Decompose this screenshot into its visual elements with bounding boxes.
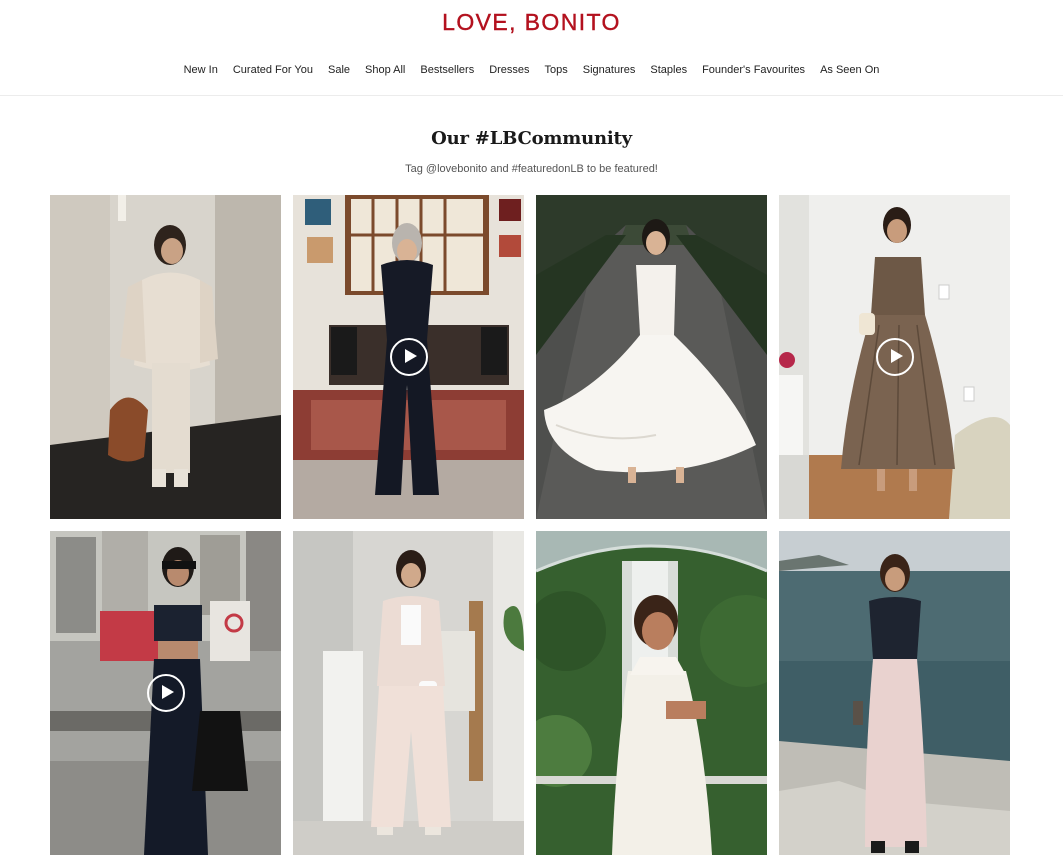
brand-logo[interactable]: LOVE, BONITO [0,9,1063,36]
play-icon[interactable] [875,338,914,376]
nav-item-bestsellers[interactable]: Bestsellers [420,64,474,76]
community-subtitle: Tag @lovebonito and #featuredonLB to be … [405,163,658,175]
photo-icon [50,195,281,519]
main-nav: New In Curated For You Sale Shop All Bes… [0,64,1063,76]
community-title: Our #LBCommunity [431,128,632,149]
gallery-tile-5[interactable] [50,531,281,855]
community-gallery [50,195,1010,855]
play-icon[interactable] [146,674,185,712]
photo-icon [779,531,1010,855]
nav-item-sale[interactable]: Sale [328,64,350,76]
nav-item-as-seen-on[interactable]: As Seen On [820,64,879,76]
nav-item-tops[interactable]: Tops [545,64,568,76]
play-icon[interactable] [389,338,428,376]
nav-item-signatures[interactable]: Signatures [583,64,636,76]
nav-item-founders-favourites[interactable]: Founder's Favourites [702,64,805,76]
site-header: LOVE, BONITO New In Curated For You Sale… [0,0,1063,96]
nav-item-staples[interactable]: Staples [650,64,687,76]
nav-item-curated-for-you[interactable]: Curated For You [233,64,313,76]
nav-item-new-in[interactable]: New In [184,64,218,76]
nav-item-dresses[interactable]: Dresses [489,64,529,76]
gallery-tile-8[interactable] [779,531,1010,855]
gallery-tile-4[interactable] [779,195,1010,519]
gallery-tile-3[interactable] [536,195,767,519]
photo-icon [536,195,767,519]
gallery-tile-7[interactable] [536,531,767,855]
gallery-tile-2[interactable] [293,195,524,519]
gallery-tile-6[interactable] [293,531,524,855]
photo-icon [293,531,524,855]
gallery-tile-1[interactable] [50,195,281,519]
photo-icon [536,531,767,855]
nav-item-shop-all[interactable]: Shop All [365,64,405,76]
